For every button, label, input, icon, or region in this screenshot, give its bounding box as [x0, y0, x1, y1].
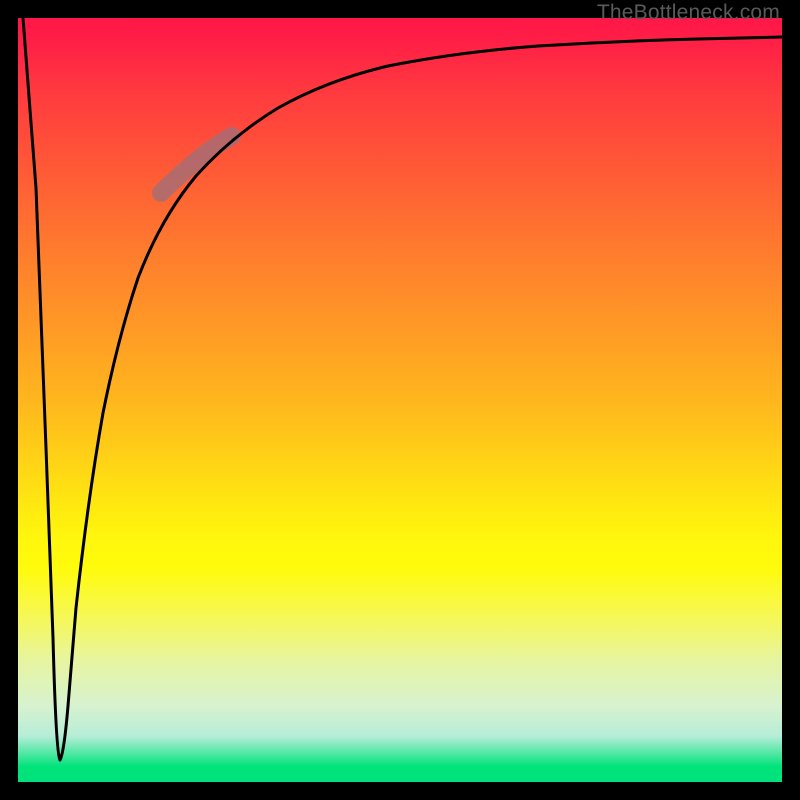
watermark-text: TheBottleneck.com: [597, 1, 780, 25]
chart-frame: TheBottleneck.com: [0, 0, 800, 800]
highlight-segment: [161, 136, 232, 193]
curve-svg: [18, 18, 782, 782]
plot-area: [18, 18, 782, 782]
bottleneck-curve: [23, 18, 782, 760]
